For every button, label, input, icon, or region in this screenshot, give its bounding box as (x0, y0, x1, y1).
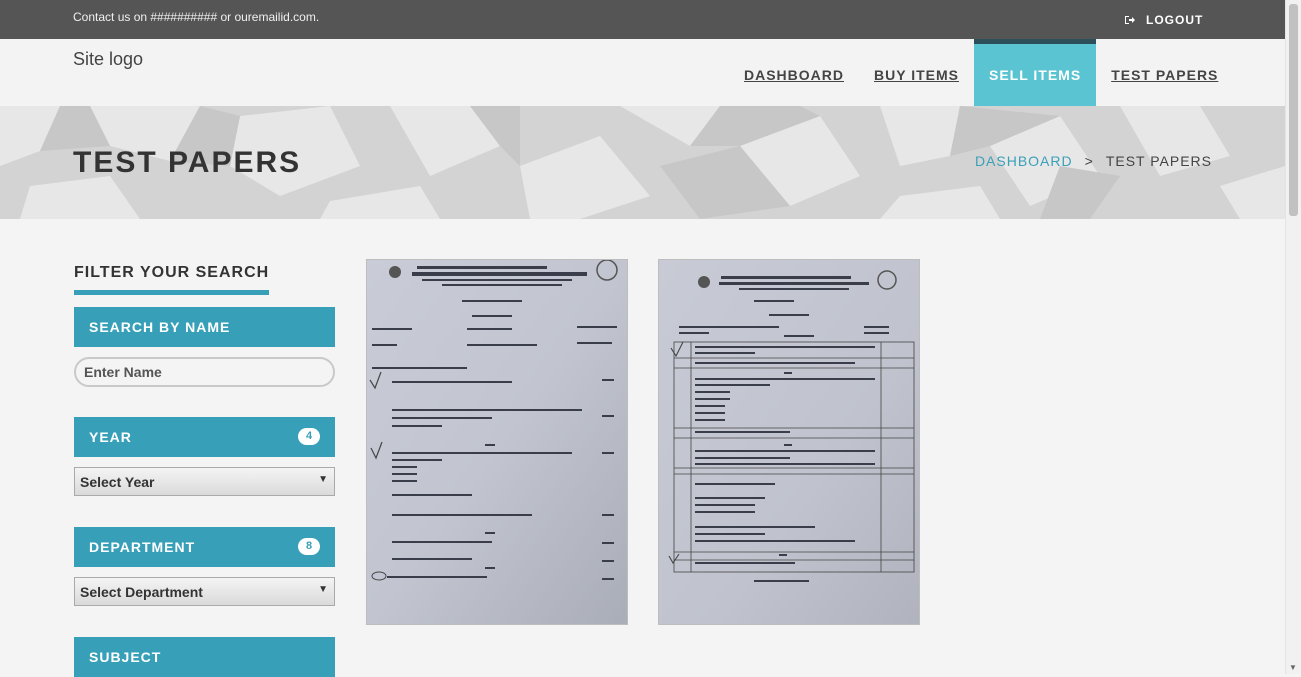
dropdown-arrow-icon: ▼ (318, 584, 328, 595)
subject-panel[interactable]: SUBJECT (74, 637, 335, 677)
paper-photo-image (367, 260, 627, 624)
breadcrumb-dashboard-link[interactable]: DASHBOARD (975, 153, 1073, 169)
scrollbar-thumb[interactable] (1289, 4, 1298, 216)
logout-label: LOGOUT (1146, 13, 1204, 27)
name-search-input[interactable] (74, 357, 335, 387)
scroll-down-arrow-icon[interactable]: ▼ (1289, 663, 1297, 672)
test-paper-thumbnail[interactable] (366, 259, 628, 625)
filter-title: FILTER YOUR SEARCH (74, 264, 270, 295)
department-select[interactable]: Select Department ▼ (74, 577, 335, 606)
paper-photo-image (659, 260, 919, 624)
breadcrumb-separator: > (1084, 153, 1094, 169)
year-label: YEAR (89, 429, 132, 445)
nav-test-papers[interactable]: TEST PAPERS (1096, 39, 1233, 106)
department-panel[interactable]: DEPARTMENT 8 (74, 527, 335, 567)
contact-text: Contact us on ########## or ouremailid.c… (73, 10, 320, 24)
test-paper-thumbnail[interactable] (658, 259, 920, 625)
year-select-value: Select Year (80, 473, 155, 490)
dropdown-arrow-icon: ▼ (318, 474, 328, 485)
page-title: TEST PAPERS (73, 146, 302, 179)
site-logo[interactable]: Site logo (73, 49, 143, 70)
site-header: Site logo DASHBOARD BUY ITEMS SELL ITEMS… (0, 39, 1285, 106)
subject-label: SUBJECT (89, 649, 162, 665)
search-by-name-label: SEARCH BY NAME (89, 319, 231, 335)
top-bar: Contact us on ########## or ouremailid.c… (0, 0, 1285, 39)
department-count-badge: 8 (298, 538, 320, 555)
nav-buy-items[interactable]: BUY ITEMS (859, 39, 974, 106)
department-select-value: Select Department (80, 583, 203, 600)
nav-sell-items[interactable]: SELL ITEMS (973, 39, 1097, 106)
year-select[interactable]: Select Year ▼ (74, 467, 335, 496)
search-by-name-panel[interactable]: SEARCH BY NAME (74, 307, 335, 347)
breadcrumb-current: TEST PAPERS (1105, 153, 1212, 169)
logout-button[interactable]: LOGOUT (1124, 13, 1203, 27)
page-banner: TEST PAPERS DASHBOARD > TEST PAPERS (0, 106, 1285, 219)
breadcrumb: DASHBOARD > TEST PAPERS (975, 153, 1212, 169)
main-nav: DASHBOARD BUY ITEMS SELL ITEMS TEST PAPE… (729, 39, 1233, 106)
year-panel[interactable]: YEAR 4 (74, 417, 335, 457)
department-label: DEPARTMENT (89, 539, 196, 555)
page-scrollbar[interactable]: ▼ (1285, 0, 1301, 674)
logout-icon (1125, 16, 1135, 24)
year-count-badge: 4 (298, 428, 320, 445)
nav-dashboard[interactable]: DASHBOARD (729, 39, 859, 106)
